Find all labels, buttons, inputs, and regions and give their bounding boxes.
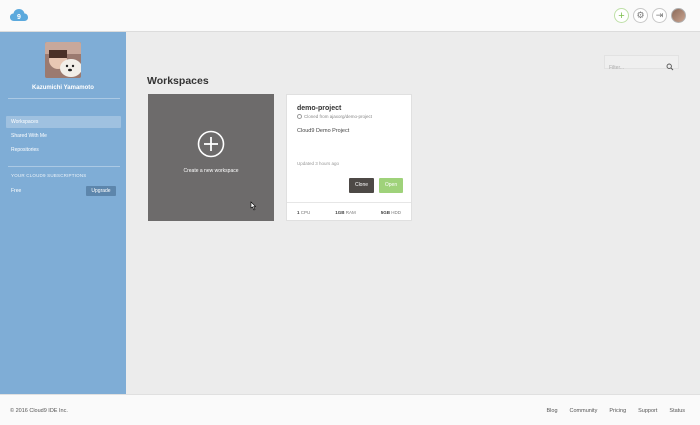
sidebar-item-workspaces[interactable]: Workspaces <box>6 116 121 128</box>
logo-number: 9 <box>17 14 21 21</box>
plus-circle-icon <box>197 130 225 158</box>
profile-picture[interactable] <box>45 42 81 78</box>
upgrade-button[interactable]: Upgrade <box>86 186 116 196</box>
sidebar-divider <box>8 98 120 99</box>
user-avatar[interactable] <box>671 8 686 23</box>
create-workspace-label: Create a new workspace <box>183 168 239 174</box>
plan-label: Free <box>11 188 22 194</box>
clone-button[interactable]: Clone <box>349 178 374 193</box>
top-bar: 9 + ⚙ ⇥ <box>0 0 700 32</box>
clone-icon <box>297 114 302 119</box>
footer-link-pricing[interactable]: Pricing <box>609 408 626 414</box>
filter-input[interactable] <box>605 62 663 74</box>
page-title: Workspaces <box>147 75 209 87</box>
cloud9-logo[interactable]: 9 <box>10 8 28 22</box>
add-icon[interactable]: + <box>614 8 629 23</box>
footer-link-blog[interactable]: Blog <box>547 408 558 414</box>
sidebar: Kazumichi Yamamoto Workspaces Shared Wit… <box>0 32 126 394</box>
gear-icon[interactable]: ⚙ <box>633 8 648 23</box>
search-icon[interactable] <box>666 58 674 71</box>
subscription-heading: YOUR CLOUD9 SUBSCRIPTIONS <box>11 173 87 178</box>
workspace-name[interactable]: demo-project <box>297 105 341 112</box>
cloned-from-text: Cloned from ajaxorg/demo-project <box>304 114 373 119</box>
copyright: © 2016 Cloud9 IDE Inc. <box>10 408 68 414</box>
spec-hdd: 5GB HDD <box>380 209 401 215</box>
signout-icon[interactable]: ⇥ <box>652 8 667 23</box>
footer-link-status[interactable]: Status <box>669 408 685 414</box>
footer-link-support[interactable]: Support <box>638 408 657 414</box>
open-button[interactable]: Open <box>379 178 403 193</box>
spec-cpu: 1 CPU <box>297 209 311 215</box>
workspace-description: Cloud9 Demo Project <box>297 128 350 134</box>
workspace-card[interactable]: demo-project Cloned from ajaxorg/demo-pr… <box>286 94 412 221</box>
sidebar-item-shared[interactable]: Shared With Me <box>6 130 121 142</box>
sidebar-item-repositories[interactable]: Repositories <box>6 144 121 156</box>
spec-ram: 1GB RAM <box>335 209 356 215</box>
mouse-cursor-icon <box>249 198 257 211</box>
workspace-updated: Updated 3 hours ago <box>297 161 340 166</box>
footer-link-community[interactable]: Community <box>570 408 598 414</box>
username: Kazumichi Yamamoto <box>32 85 94 91</box>
footer: © 2016 Cloud9 IDE Inc. Blog Community Pr… <box>0 394 700 425</box>
sidebar-divider <box>8 166 120 167</box>
filter-box <box>604 55 679 74</box>
workspace-specs: 1 CPU 1GB RAM 5GB HDD <box>287 202 411 221</box>
cloned-from: Cloned from ajaxorg/demo-project <box>297 114 372 119</box>
